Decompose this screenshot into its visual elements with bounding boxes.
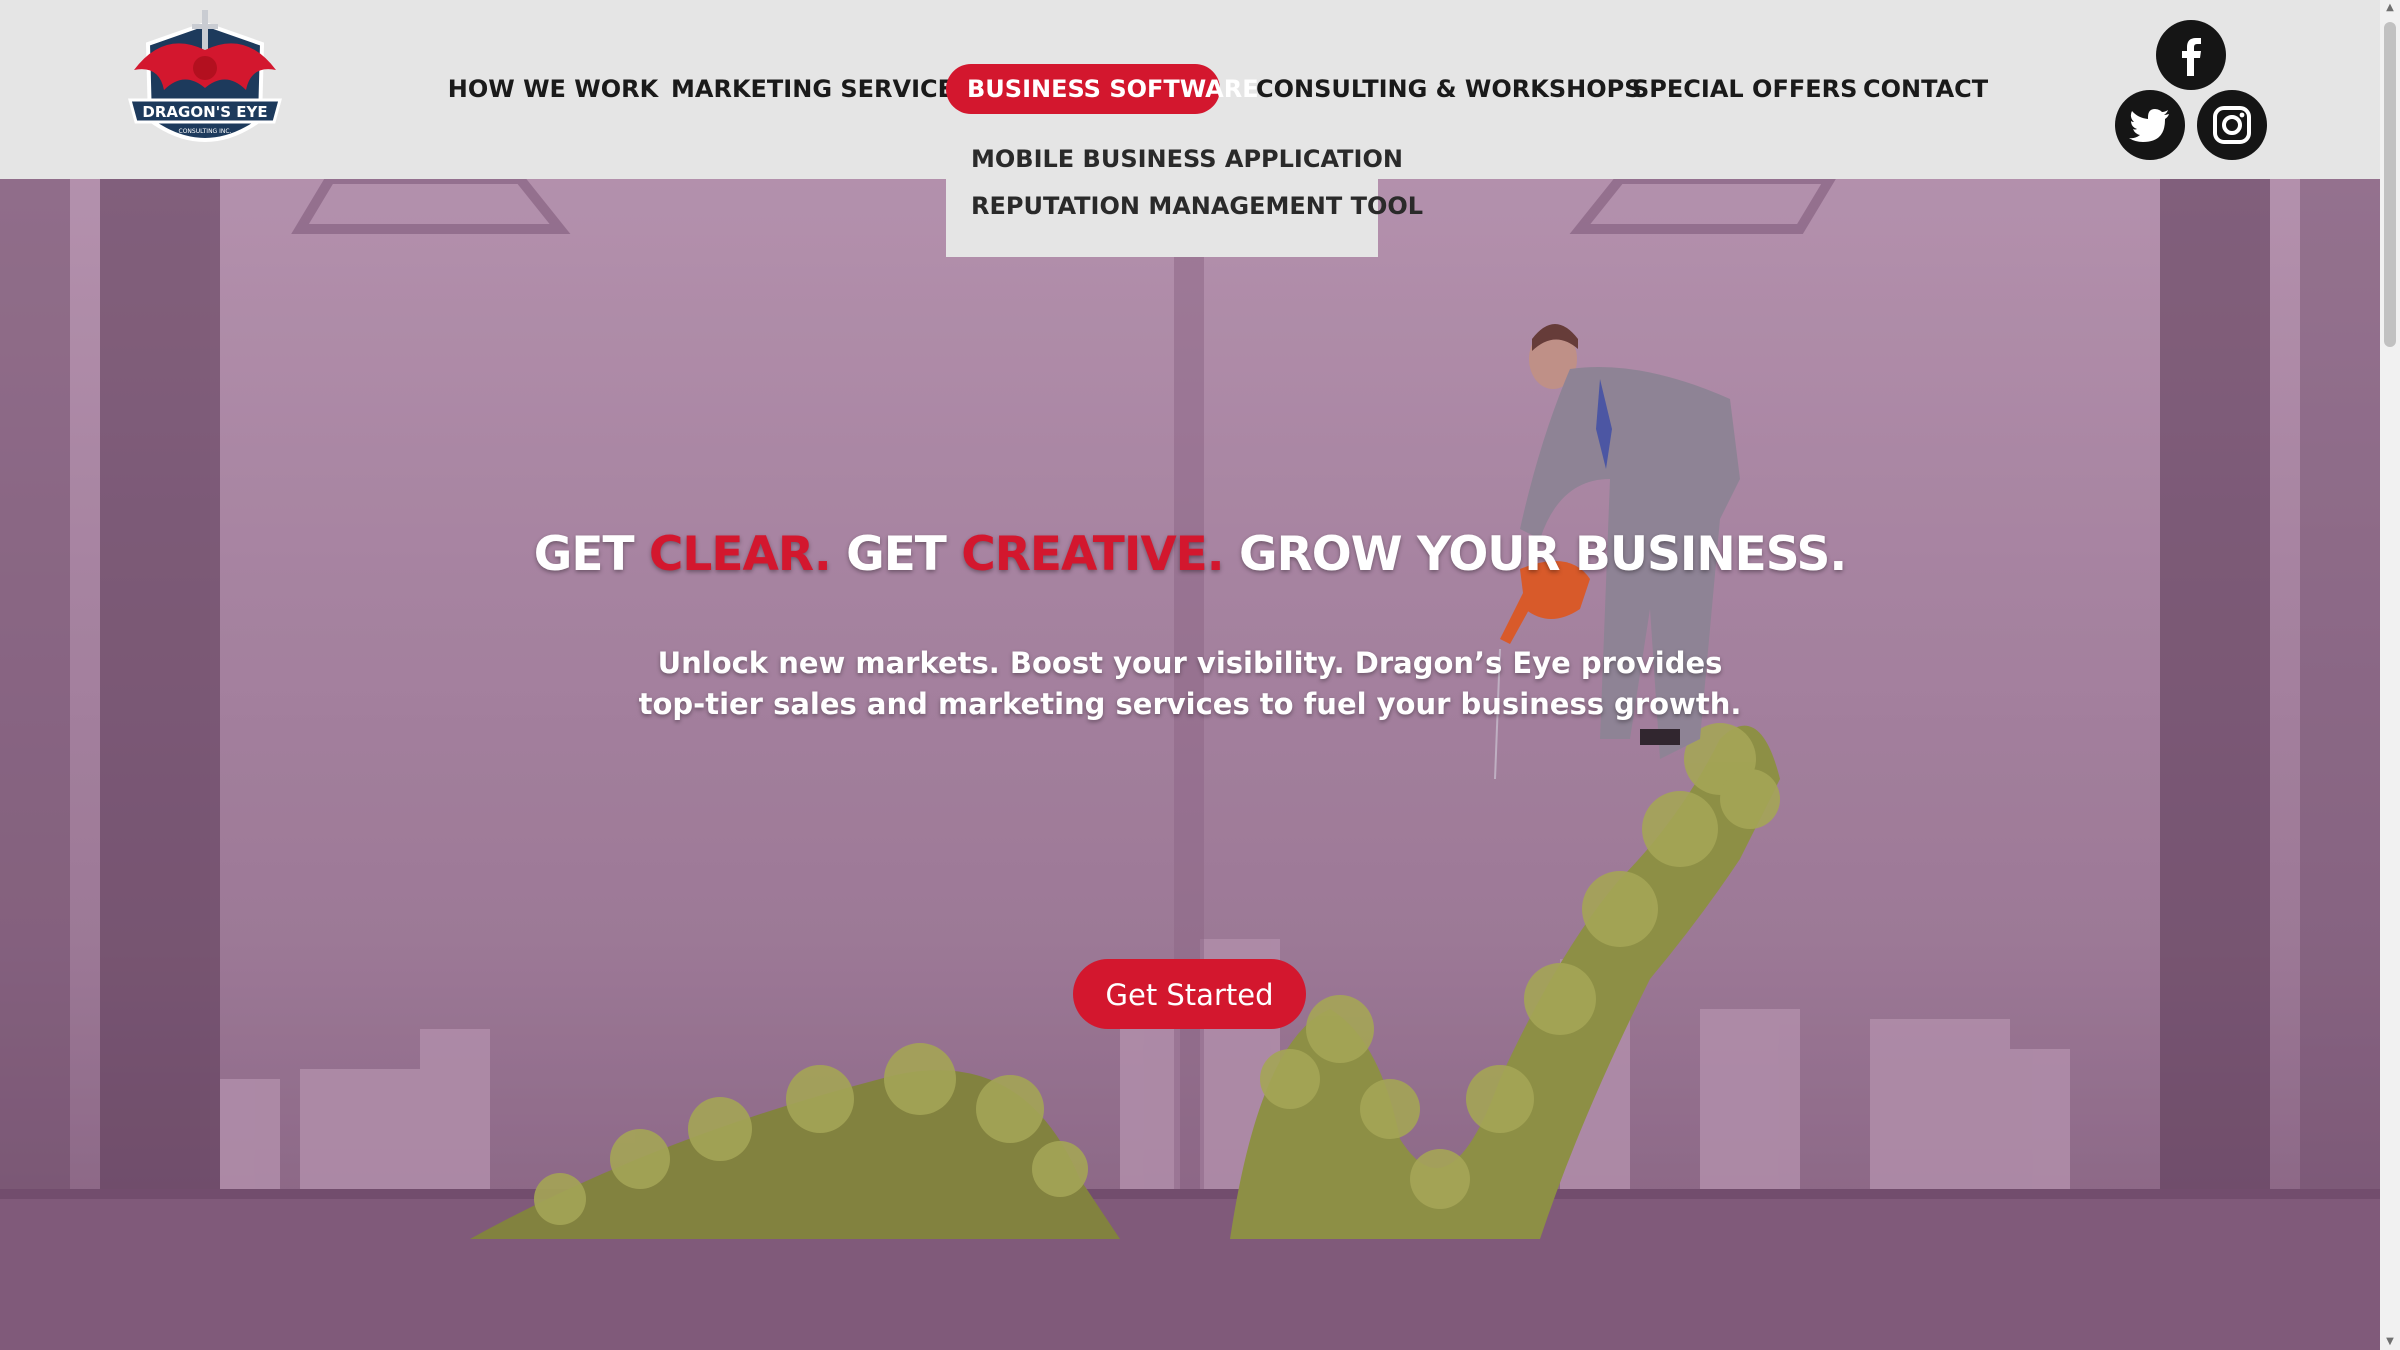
nav-contact[interactable]: CONTACT xyxy=(1863,64,1988,114)
dropdown-mobile-business-application[interactable]: MOBILE BUSINESS APPLICATION xyxy=(971,142,1403,176)
hero-headline: GET CLEAR. GET CREATIVE. GROW YOUR BUSIN… xyxy=(0,527,2380,582)
twitter-icon xyxy=(2129,109,2169,142)
instagram-icon xyxy=(2213,106,2251,144)
nav-special-offers[interactable]: SPECIAL OFFERS xyxy=(1632,64,1857,114)
scroll-up-arrow-icon[interactable]: ▲ xyxy=(2380,0,2400,16)
nav-business-software[interactable]: BUSINESS SOFTWARE xyxy=(946,64,1259,114)
headline-get-2: GET xyxy=(846,527,947,582)
headline-get-1: GET xyxy=(533,527,635,582)
hero-subtext-line-2: top-tier sales and marketing services to… xyxy=(638,687,1742,721)
instagram-link[interactable] xyxy=(2197,90,2267,160)
headline-grow: GROW YOUR BUSINESS. xyxy=(1239,527,1847,582)
headline-clear: CLEAR. xyxy=(648,527,832,582)
hero-section: GET CLEAR. GET CREATIVE. GROW YOUR BUSIN… xyxy=(0,179,2380,1350)
svg-text:CONSULTING INC.: CONSULTING INC. xyxy=(179,128,232,135)
facebook-icon xyxy=(2182,38,2201,76)
nav-consulting-workshops[interactable]: CONSULTING & WORKSHOPS xyxy=(1256,64,1642,114)
hero-subtext: Unlock new markets. Boost your visibilit… xyxy=(0,643,2380,725)
main-nav: HOW WE WORK MARKETING SERVICES BUSINESS … xyxy=(0,64,2380,114)
nav-marketing-services[interactable]: MARKETING SERVICES xyxy=(671,64,971,114)
nav-how-we-work[interactable]: HOW WE WORK xyxy=(443,64,663,114)
headline-creative: CREATIVE. xyxy=(961,527,1224,582)
page-scrollbar[interactable]: ▲ ▼ xyxy=(2380,0,2400,1350)
business-software-dropdown: MOBILE BUSINESS APPLICATION REPUTATION M… xyxy=(946,132,1423,257)
dropdown-reputation-management-tool[interactable]: REPUTATION MANAGEMENT TOOL xyxy=(971,189,1423,223)
scroll-down-arrow-icon[interactable]: ▼ xyxy=(2380,1334,2400,1350)
hero-subtext-line-1: Unlock new markets. Boost your visibilit… xyxy=(657,646,1723,680)
facebook-link[interactable] xyxy=(2156,20,2226,90)
twitter-link[interactable] xyxy=(2115,90,2185,160)
scrollbar-thumb[interactable] xyxy=(2384,22,2396,347)
get-started-button[interactable]: Get Started xyxy=(1073,959,1306,1029)
hero-background-image xyxy=(0,179,2380,1350)
